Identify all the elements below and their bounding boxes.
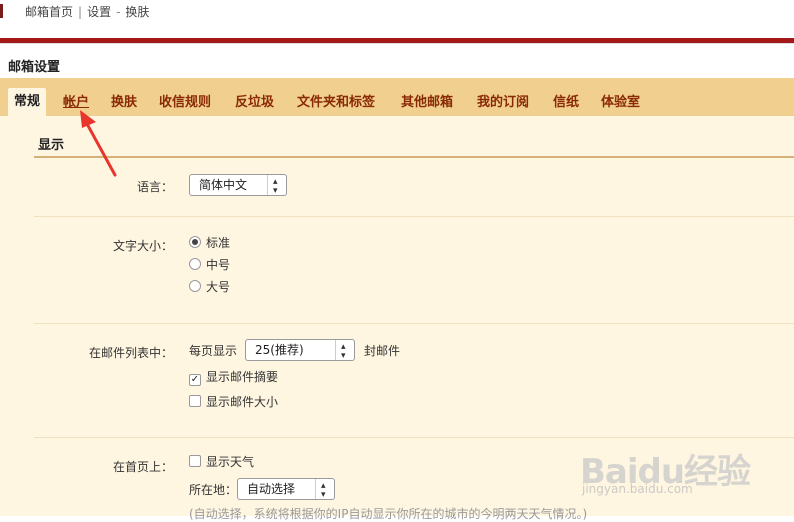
settings-link[interactable]: 设置 <box>87 5 111 19</box>
top-nav: 邮箱首页 | 设置 - 换肤 <box>25 3 149 20</box>
checkbox-empty-icon <box>189 395 201 407</box>
font-size-large-label: 大号 <box>206 280 231 294</box>
row-divider <box>34 216 794 217</box>
skin-link[interactable]: 换肤 <box>125 5 149 19</box>
tab-lab[interactable]: 体验室 <box>601 90 640 116</box>
font-size-large[interactable]: 大号 <box>189 279 230 295</box>
font-size-standard[interactable]: 标准 <box>189 235 230 251</box>
show-weather-label: 显示天气 <box>206 455 255 469</box>
language-select-value: 简体中文 <box>199 178 248 192</box>
check-icon: ✓ <box>189 374 201 386</box>
location-hint: (自动选择，系统将根据你的IP自动显示你所在的城市的今明两天天气情况。) <box>189 507 588 521</box>
settings-tabs: 常规 帐户 换肤 收信规则 反垃圾 文件夹和标签 其他邮箱 我的订阅 信纸 体验… <box>0 78 794 116</box>
font-size-medium-label: 中号 <box>206 258 231 272</box>
location-select-value: 自动选择 <box>247 482 296 496</box>
tab-antispam[interactable]: 反垃圾 <box>235 90 274 116</box>
radio-icon <box>189 280 201 292</box>
tab-general[interactable]: 常规 <box>8 88 47 116</box>
home-page-label: 在首页上： <box>112 460 173 474</box>
show-summary-checkbox[interactable]: ✓ 显示邮件摘要 <box>189 369 279 386</box>
tab-folders-labels[interactable]: 文件夹和标签 <box>297 90 375 116</box>
tab-skin[interactable]: 换肤 <box>111 90 137 116</box>
header-grey-line <box>0 43 794 44</box>
tab-stationery[interactable]: 信纸 <box>553 90 579 116</box>
show-size-label: 显示邮件大小 <box>206 395 279 409</box>
nav-separator: | <box>78 5 83 19</box>
checkbox-empty-icon <box>189 455 201 467</box>
font-size-label: 文字大小： <box>112 239 173 253</box>
show-size-checkbox[interactable]: 显示邮件大小 <box>189 394 278 410</box>
top-bar: 邮箱首页 | 设置 - 换肤 <box>0 0 794 38</box>
select-arrows-icon <box>335 337 354 366</box>
section-title-display: 显示 <box>38 138 65 153</box>
tab-other-mailbox[interactable]: 其他邮箱 <box>401 90 453 116</box>
section-underline <box>34 156 794 158</box>
watermark-url: jingyan.baidu.com <box>582 482 693 496</box>
font-size-standard-label: 标准 <box>206 236 231 250</box>
watermark: Baidu经验 jingyan.baidu.com <box>580 432 780 502</box>
mail-list-label: 在邮件列表中： <box>88 346 173 360</box>
language-label: 语言： <box>136 180 173 194</box>
tab-account[interactable]: 帐户 <box>63 90 89 116</box>
radio-icon <box>189 258 201 270</box>
per-page-select[interactable]: 25(推荐) <box>245 337 355 366</box>
page-title: 邮箱设置 <box>8 60 61 75</box>
tab-rules[interactable]: 收信规则 <box>159 90 211 116</box>
show-weather-checkbox[interactable]: 显示天气 <box>189 454 254 470</box>
location-select[interactable]: 自动选择 <box>237 476 335 505</box>
font-size-medium[interactable]: 中号 <box>189 257 230 273</box>
per-page-suffix: 封邮件 <box>364 344 401 358</box>
select-arrows-icon <box>267 172 286 201</box>
language-select[interactable]: 简体中文 <box>189 172 287 201</box>
select-arrows-icon <box>315 476 334 505</box>
per-page-prefix: 每页显示 <box>189 344 238 358</box>
show-summary-label: 显示邮件摘要 <box>206 370 279 384</box>
radio-selected-icon <box>189 236 201 248</box>
nav-dash: - <box>116 5 121 19</box>
per-page-select-value: 25(推荐) <box>255 343 304 357</box>
mail-home-link[interactable]: 邮箱首页 <box>25 5 73 19</box>
tab-subscriptions[interactable]: 我的订阅 <box>477 90 529 116</box>
row-divider <box>34 323 794 324</box>
brand-mark <box>0 4 3 18</box>
location-label: 所在地： <box>189 483 238 497</box>
